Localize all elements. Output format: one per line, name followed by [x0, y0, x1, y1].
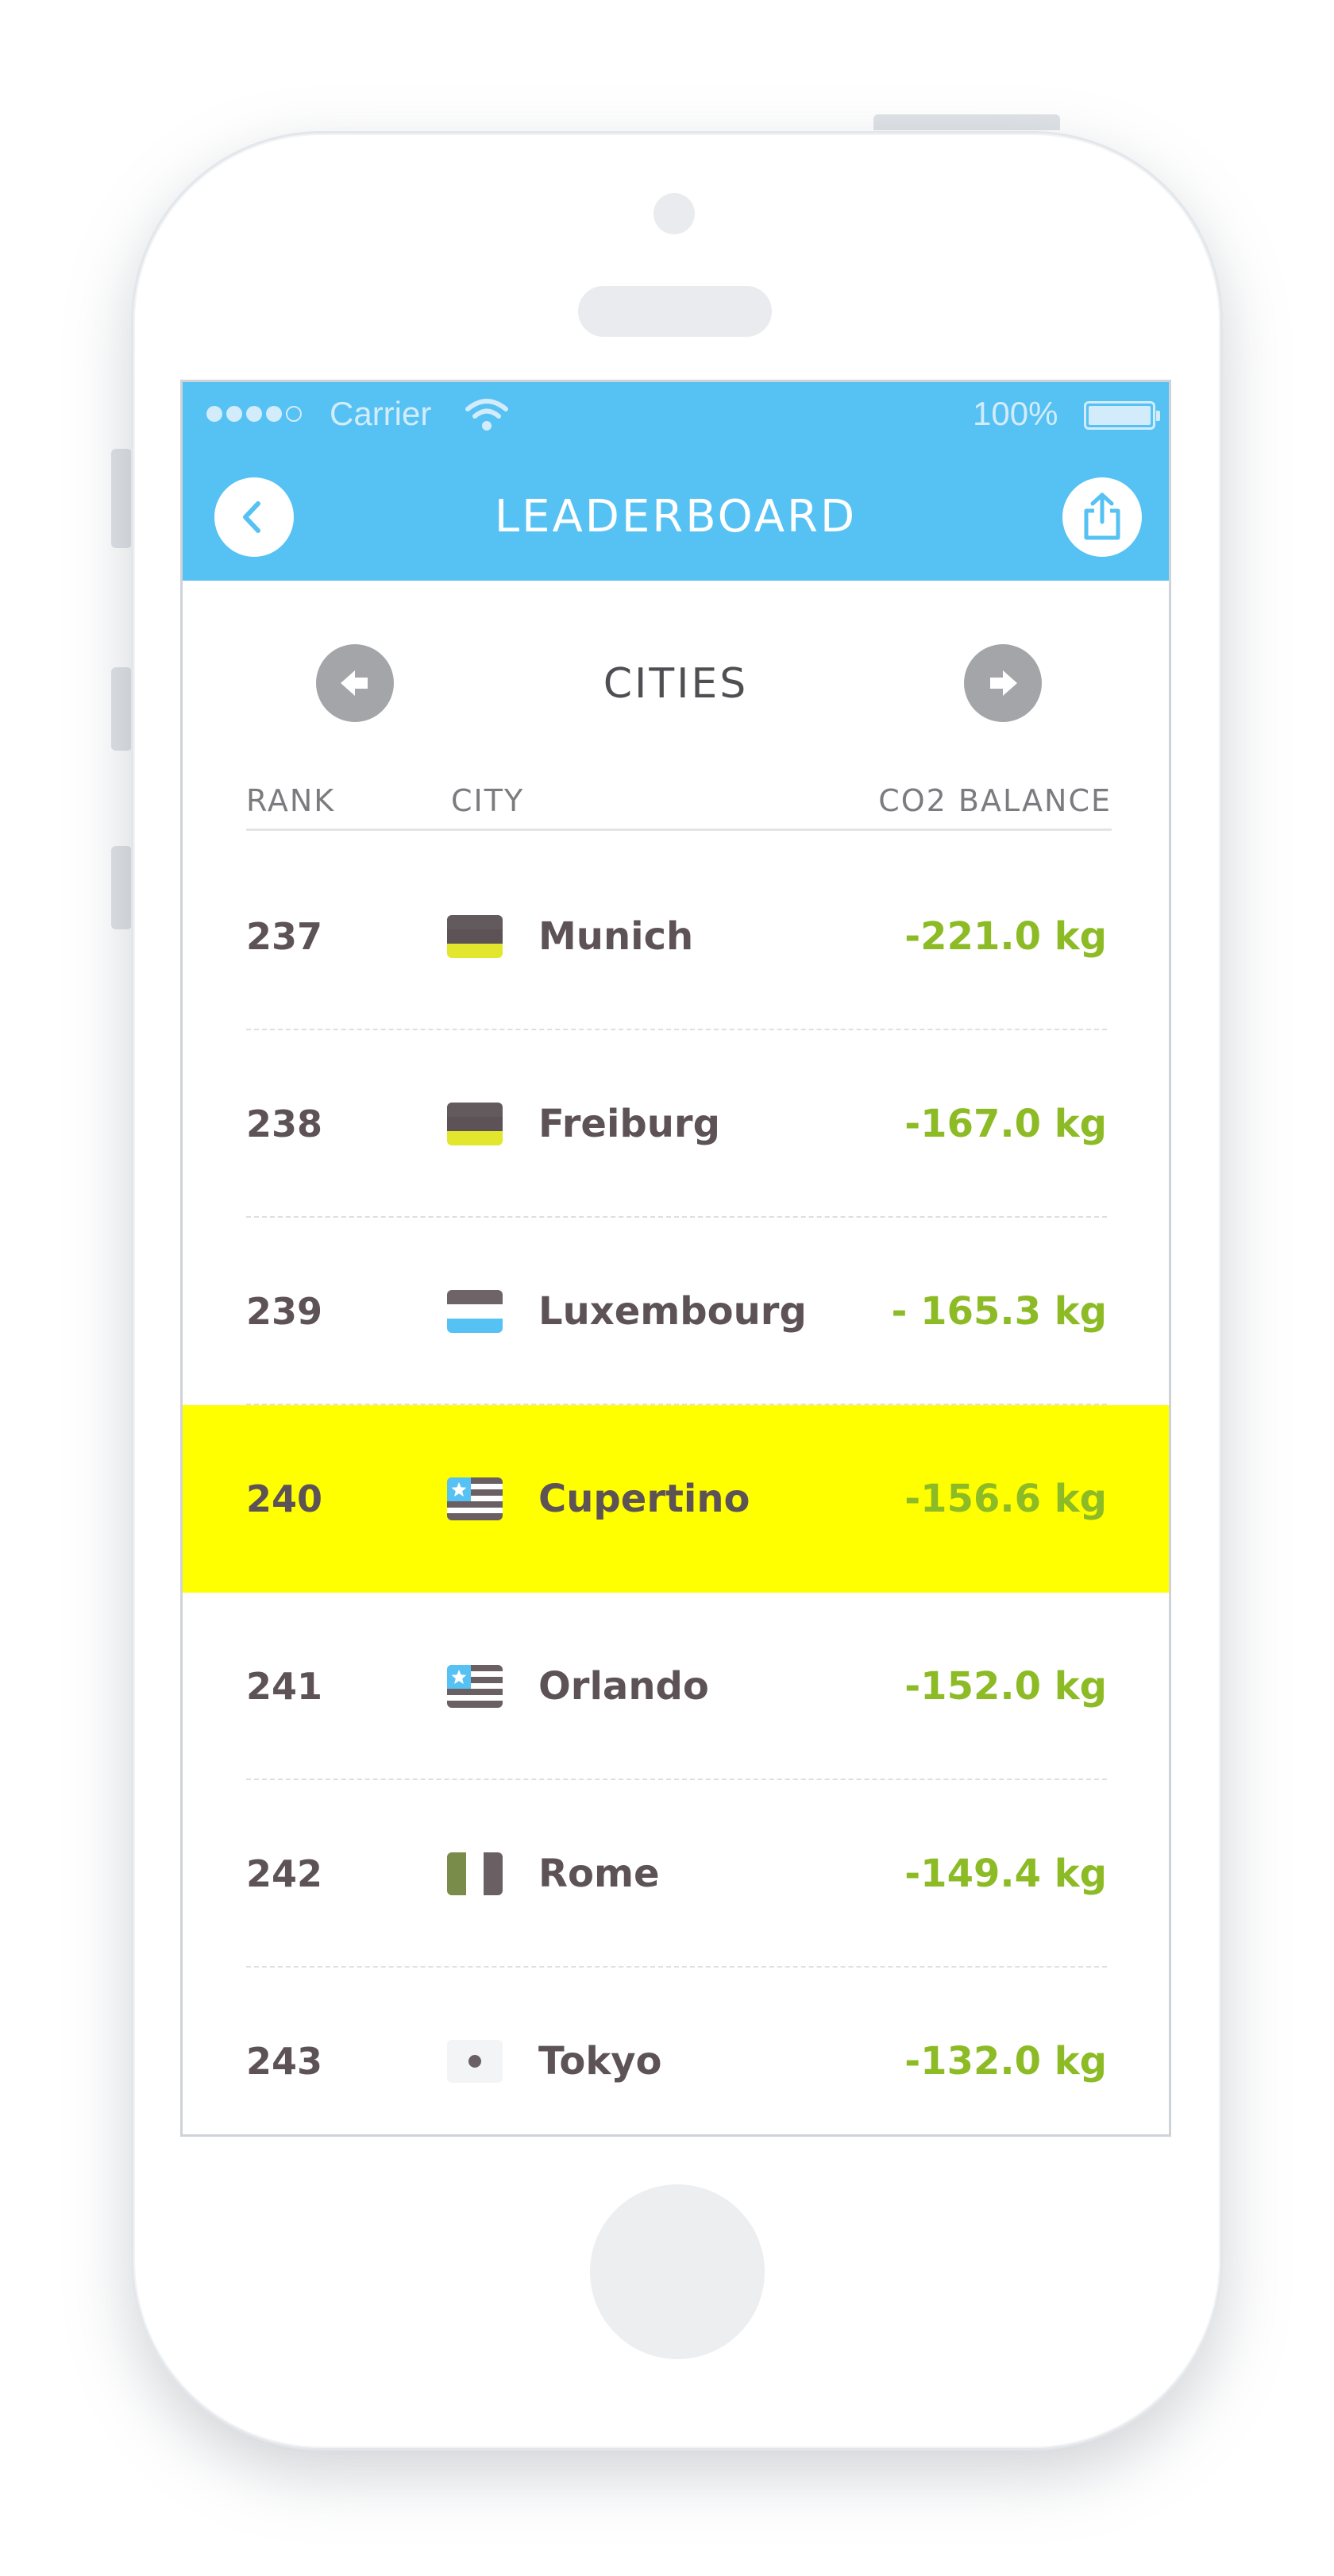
rank-value: 237 [246, 915, 323, 958]
co2-column-header: CO2 BALANCE [878, 783, 1112, 818]
carrier-label: Carrier [330, 395, 432, 432]
city-name: Tokyo [538, 2039, 662, 2084]
usa-flag-icon [447, 1477, 503, 1520]
co2-balance-value: -152.0 kg [904, 1664, 1107, 1709]
co2-balance-value: - 165.3 kg [891, 1289, 1107, 1334]
germany-flag-icon [447, 915, 503, 958]
italy-flag-icon [447, 1852, 503, 1895]
power-button[interactable] [873, 114, 1060, 130]
city-name: Freiburg [538, 1102, 720, 1146]
rank-value: 242 [246, 1852, 323, 1895]
city-name: Munich [538, 914, 694, 959]
rank-value: 240 [246, 1477, 323, 1520]
page-title: LEADERBOARD [494, 491, 858, 543]
table-row[interactable]: 243 Tokyo -132.0 kg [183, 1968, 1169, 2134]
co2-balance-value: -156.6 kg [904, 1477, 1107, 1521]
co2-balance-value: -221.0 kg [904, 914, 1107, 959]
city-name: Orlando [538, 1664, 709, 1709]
earpiece-speaker [578, 286, 772, 337]
table-row[interactable]: 237 Munich -221.0 kg [183, 843, 1169, 1030]
germany-flag-icon [447, 1103, 503, 1145]
volume-up-button[interactable] [111, 667, 132, 751]
screen: Carrier 100% LEADERBOARD CITIES RANK CIT… [180, 380, 1171, 2137]
signal-strength-icon [206, 406, 302, 422]
rank-value: 238 [246, 1103, 323, 1145]
co2-balance-value: -149.4 kg [904, 1852, 1107, 1896]
city-name: Rome [538, 1852, 660, 1896]
city-name: Cupertino [538, 1477, 750, 1521]
front-camera [654, 193, 695, 234]
status-bar: Carrier 100% [183, 382, 1169, 442]
home-button[interactable] [590, 2184, 765, 2359]
rank-value: 243 [246, 2040, 323, 2083]
leaderboard-list: 237 Munich -221.0 kg 238 Freiburg -167.0 kg 23… [183, 843, 1169, 2134]
table-row[interactable]: 241 Orlando -152.0 kg [183, 1593, 1169, 1780]
table-header: RANK CITY CO2 BALANCE [246, 783, 1112, 831]
table-row[interactable]: 238 Freiburg -167.0 kg [183, 1030, 1169, 1218]
top-bar: Carrier 100% LEADERBOARD [183, 382, 1169, 581]
rank-value: 239 [246, 1290, 323, 1333]
table-row[interactable]: 239 Luxembourg - 165.3 kg [183, 1218, 1169, 1405]
luxembourg-flag-icon [447, 1290, 503, 1333]
stage: Carrier 100% LEADERBOARD CITIES RANK CIT… [0, 0, 1334, 2576]
table-row[interactable]: 242 Rome -149.4 kg [183, 1780, 1169, 1968]
rank-value: 241 [246, 1665, 323, 1708]
city-column-header: CITY [451, 783, 525, 818]
co2-balance-value: -167.0 kg [904, 1102, 1107, 1146]
rank-column-header: RANK [246, 783, 336, 818]
volume-down-button[interactable] [111, 846, 132, 929]
mute-switch[interactable] [111, 449, 132, 548]
share-button[interactable] [1062, 477, 1142, 557]
battery-icon [1084, 401, 1160, 430]
share-icon [1084, 492, 1120, 540]
japan-flag-icon [447, 2040, 503, 2083]
city-name: Luxembourg [538, 1289, 807, 1334]
next-category-button[interactable] [964, 644, 1042, 722]
battery-percentage: 100% [973, 395, 1058, 432]
wifi-icon [465, 399, 508, 431]
usa-flag-icon [447, 1665, 503, 1708]
arrow-right-icon [990, 670, 1017, 696]
table-row-current-city[interactable]: 240 Cupertino -156.6 kg [183, 1405, 1169, 1593]
co2-balance-value: -132.0 kg [904, 2039, 1107, 2084]
